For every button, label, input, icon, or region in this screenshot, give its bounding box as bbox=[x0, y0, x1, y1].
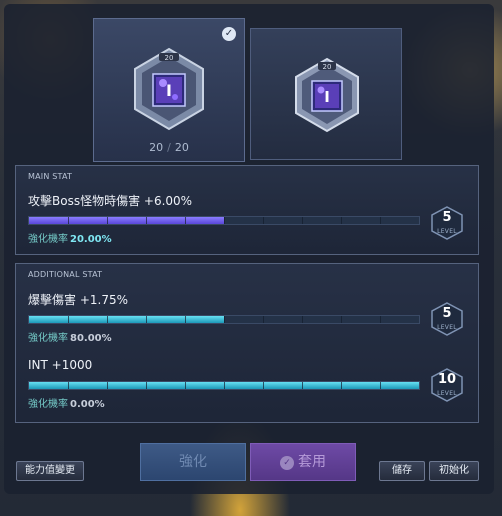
progress-segment-divider bbox=[68, 217, 69, 224]
rate-label: 強化機率 bbox=[28, 234, 68, 245]
apply-label: 套用 bbox=[298, 454, 326, 470]
check-icon: ✓ bbox=[222, 27, 236, 41]
emblem-card-1[interactable]: ✓ I 20 20/20 bbox=[93, 18, 245, 162]
emblem-level-badge: 20 bbox=[323, 63, 332, 71]
progress-segment-divider bbox=[107, 316, 108, 323]
count-total: 20 bbox=[174, 141, 189, 154]
emblem-count: 20/20 bbox=[149, 141, 189, 154]
progress-segment-divider bbox=[146, 382, 147, 389]
progress-segment-divider bbox=[224, 316, 225, 323]
main-stat-section: MAIN STAT 攻擊Boss怪物時傷害 +6.00% 強化機率 20.00% … bbox=[15, 165, 479, 255]
additional-stat-1-rate: 強化機率 80.00% bbox=[28, 329, 112, 344]
progress-segment-divider bbox=[302, 382, 303, 389]
progress-segment-divider bbox=[224, 382, 225, 389]
level-number: 10 bbox=[437, 372, 457, 387]
progress-segment-divider bbox=[68, 382, 69, 389]
additional-stat-title: ADDITIONAL STAT bbox=[28, 270, 103, 279]
progress-segment-divider bbox=[68, 316, 69, 323]
level-number: 5 bbox=[442, 306, 452, 321]
progress-segment-divider bbox=[380, 316, 381, 323]
progress-segment-divider bbox=[341, 217, 342, 224]
save-button[interactable]: 儲存 bbox=[379, 461, 425, 481]
rate-value: 80.00% bbox=[70, 333, 112, 344]
progress-segment-divider bbox=[146, 316, 147, 323]
progress-segment-divider bbox=[107, 217, 108, 224]
additional-stat-2-text: INT +1000 bbox=[28, 358, 93, 372]
additional-stat-1-text: 爆擊傷害 +1.75% bbox=[28, 293, 128, 307]
progress-segment-divider bbox=[380, 382, 381, 389]
progress-segment-divider bbox=[341, 382, 342, 389]
main-stat-progress-fill bbox=[29, 217, 224, 224]
check-icon: ✓ bbox=[280, 456, 294, 470]
progress-segment-divider bbox=[185, 217, 186, 224]
emblem-level-badge: 20 bbox=[165, 54, 174, 62]
progress-segment-divider bbox=[146, 217, 147, 224]
progress-segment-divider bbox=[107, 382, 108, 389]
additional-stat-1-progress-bar bbox=[28, 315, 420, 324]
progress-segment-divider bbox=[302, 217, 303, 224]
progress-segment-divider bbox=[263, 382, 264, 389]
level-number: 5 bbox=[442, 210, 452, 225]
main-stat-level: 5 LEVEL bbox=[430, 206, 464, 240]
enhance-button[interactable]: 強化 bbox=[140, 443, 246, 481]
progress-segment-divider bbox=[224, 217, 225, 224]
emblem-card-2[interactable]: I 20 bbox=[250, 28, 402, 160]
additional-stat-section: ADDITIONAL STAT 爆擊傷害 +1.75% 強化機率 80.00% 5… bbox=[15, 263, 479, 423]
additional-stat-1-progress-fill bbox=[29, 316, 224, 323]
main-stat-text: 攻擊Boss怪物時傷害 +6.00% bbox=[28, 194, 193, 208]
level-label: LEVEL bbox=[437, 324, 457, 331]
emblem-icon: I 20 bbox=[134, 47, 204, 131]
rate-value: 0.00% bbox=[70, 399, 105, 410]
progress-segment-divider bbox=[263, 316, 264, 323]
progress-segment-divider bbox=[302, 316, 303, 323]
additional-stat-2-progress-bar bbox=[28, 381, 420, 390]
rate-label: 強化機率 bbox=[28, 333, 68, 344]
rate-value: 20.00% bbox=[70, 234, 112, 245]
additional-stat-1-level: 5 LEVEL bbox=[430, 302, 464, 336]
emblem-icon: I 20 bbox=[295, 57, 359, 133]
main-stat-title: MAIN STAT bbox=[28, 172, 73, 181]
main-stat-rate: 強化機率 20.00% bbox=[28, 230, 112, 245]
progress-segment-divider bbox=[185, 382, 186, 389]
additional-stat-2-rate: 強化機率 0.00% bbox=[28, 395, 105, 410]
level-label: LEVEL bbox=[437, 390, 457, 397]
progress-segment-divider bbox=[263, 217, 264, 224]
svg-text:I: I bbox=[166, 81, 172, 100]
apply-button[interactable]: ✓ 套用 bbox=[250, 443, 356, 481]
progress-segment-divider bbox=[341, 316, 342, 323]
progress-segment-divider bbox=[380, 217, 381, 224]
change-stats-button[interactable]: 能力值變更 bbox=[16, 461, 84, 481]
reset-button[interactable]: 初始化 bbox=[429, 461, 479, 481]
rate-label: 強化機率 bbox=[28, 399, 68, 410]
level-label: LEVEL bbox=[437, 228, 457, 235]
count-current: 20 bbox=[149, 141, 164, 154]
svg-text:I: I bbox=[324, 88, 330, 106]
additional-stat-2-level: 10 LEVEL bbox=[430, 368, 464, 402]
main-stat-progress-bar bbox=[28, 216, 420, 225]
progress-segment-divider bbox=[185, 316, 186, 323]
